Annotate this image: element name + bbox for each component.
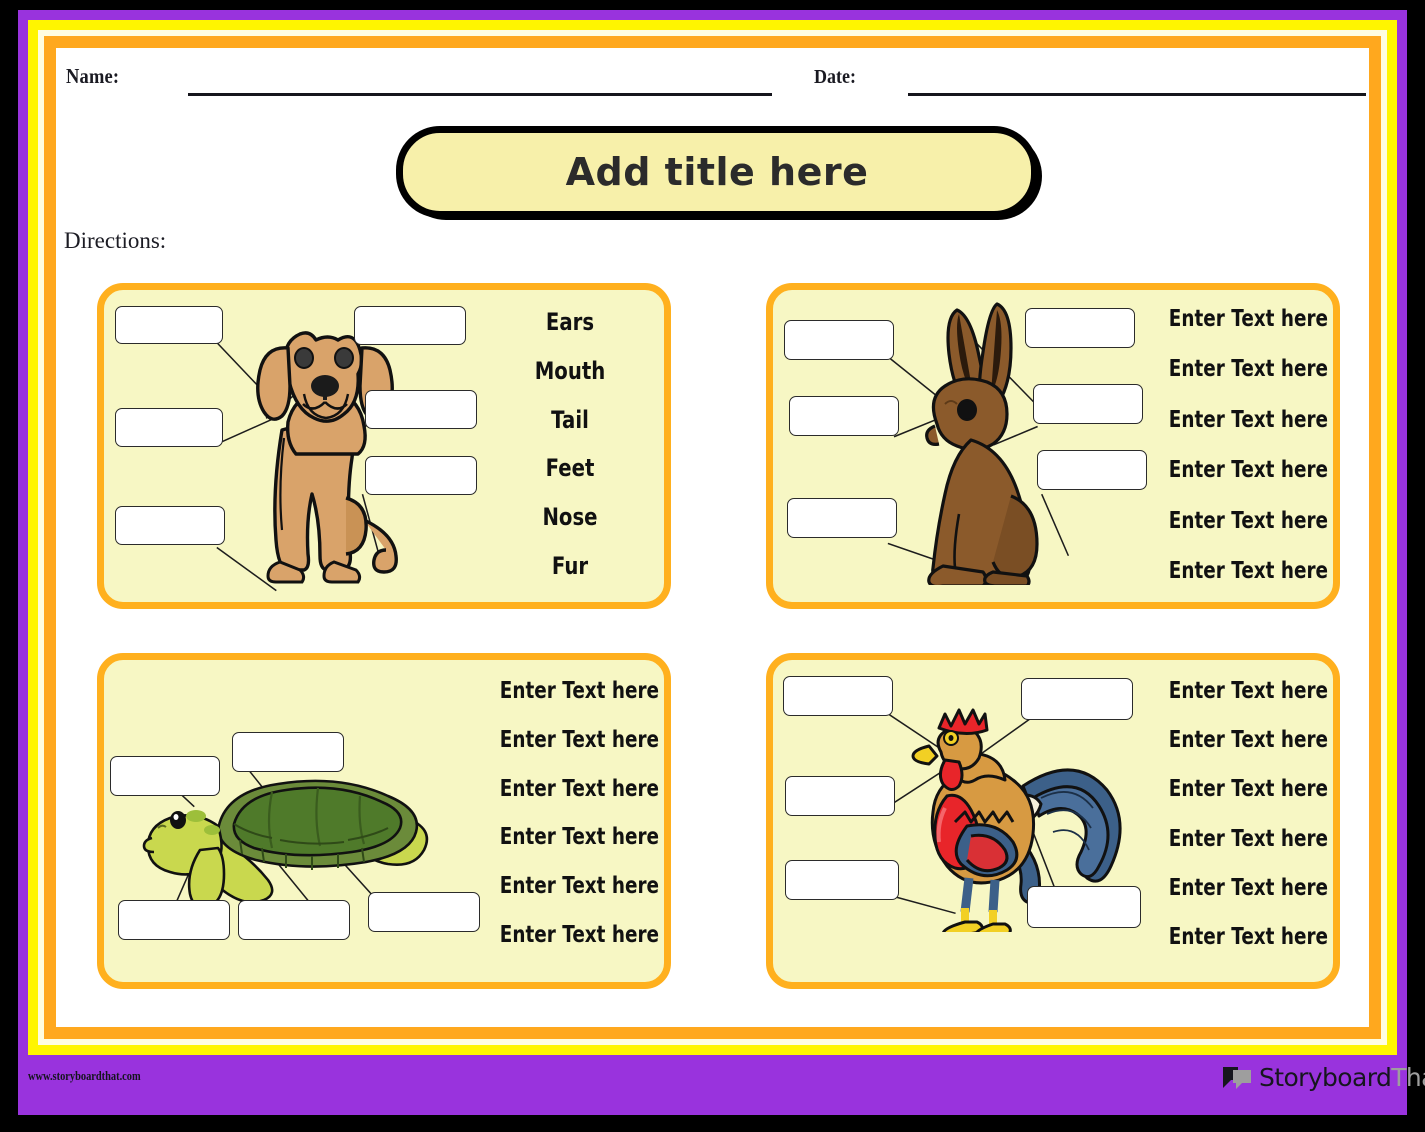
answer-box[interactable] [789, 396, 899, 436]
title-banner[interactable]: Add title here [396, 126, 1048, 222]
answer-box[interactable] [118, 900, 230, 940]
word-bank-item: Enter Text here [1168, 923, 1329, 950]
answer-box[interactable] [115, 306, 223, 344]
word-bank-item: Enter Text here [499, 775, 660, 802]
word-bank-item: Enter Text here [499, 824, 660, 851]
answer-box[interactable] [784, 320, 894, 360]
answer-box[interactable] [1025, 308, 1135, 348]
date-label: Date: [814, 66, 856, 88]
word-bank-item: Feet [545, 454, 595, 483]
directions-label: Directions: [64, 228, 167, 253]
word-bank-item: Tail [551, 405, 589, 434]
answer-box[interactable] [1027, 886, 1141, 928]
word-bank-item: Enter Text here [1168, 776, 1329, 803]
answer-box[interactable] [365, 390, 477, 429]
name-input-line[interactable] [188, 93, 772, 96]
word-bank-item: Nose [542, 503, 598, 532]
word-bank-item: Enter Text here [1168, 507, 1329, 534]
word-bank-dog: Ears Mouth Tail Feet Nose Fur [500, 308, 640, 580]
word-bank-rooster: Enter Text here Enter Text here Enter Te… [1151, 678, 1329, 950]
word-bank-item: Mouth [534, 356, 606, 385]
answer-box[interactable] [354, 306, 466, 345]
name-label: Name: [66, 64, 120, 88]
panel-rooster: Enter Text here Enter Text here Enter Te… [766, 653, 1340, 989]
word-bank-item: Enter Text here [1168, 356, 1329, 383]
title-text: Add title here [565, 150, 869, 194]
word-bank-item: Enter Text here [1168, 557, 1329, 584]
logo-text-primary: Storyboard [1259, 1063, 1392, 1092]
answer-box[interactable] [115, 408, 223, 447]
word-bank-rabbit: Enter Text here Enter Text here Enter Te… [1151, 306, 1329, 584]
panel-turtle: Enter Text here Enter Text here Enter Te… [97, 653, 671, 989]
word-bank-item: Enter Text here [499, 726, 660, 753]
answer-box[interactable] [110, 756, 220, 796]
word-bank-item: Enter Text here [1168, 406, 1329, 433]
word-bank-item: Enter Text here [1168, 457, 1329, 484]
word-bank-item: Enter Text here [1168, 825, 1329, 852]
word-bank-item: Ears [545, 308, 595, 336]
answer-box[interactable] [368, 892, 480, 932]
footer-url[interactable]: www.storyboardthat.com [28, 1068, 141, 1084]
answer-box[interactable] [365, 456, 477, 495]
date-input-line[interactable] [908, 93, 1366, 96]
word-bank-item: Enter Text here [1168, 874, 1329, 901]
word-bank-item: Enter Text here [1168, 306, 1329, 332]
answer-box[interactable] [785, 776, 895, 816]
answer-box[interactable] [1033, 384, 1143, 424]
word-bank-item: Enter Text here [1168, 727, 1329, 754]
answer-box[interactable] [238, 900, 350, 940]
word-bank-item: Enter Text here [499, 873, 660, 900]
answer-box[interactable] [787, 498, 897, 538]
word-bank-item: Fur [551, 551, 589, 580]
word-bank-turtle: Enter Text here Enter Text here Enter Te… [482, 678, 660, 948]
word-bank-item: Enter Text here [1168, 678, 1329, 704]
answer-box[interactable] [232, 732, 344, 772]
worksheet-page: Name: Date: Add title here Directions: E… [0, 0, 1425, 1132]
speech-bubbles-icon [1223, 1066, 1251, 1089]
answer-box[interactable] [785, 860, 899, 900]
footer-bar [28, 1055, 1397, 1115]
word-bank-item: Enter Text here [499, 921, 660, 948]
logo-text-secondary: That [1391, 1063, 1425, 1092]
answer-box[interactable] [1037, 450, 1147, 490]
dog-illustration [256, 331, 398, 584]
title-banner-pill[interactable]: Add title here [396, 126, 1038, 218]
answer-box[interactable] [115, 506, 225, 545]
answer-box[interactable] [783, 676, 893, 716]
panel-rabbit: Enter Text here Enter Text here Enter Te… [766, 283, 1340, 609]
answer-box[interactable] [1021, 678, 1133, 720]
panel-dog: Ears Mouth Tail Feet Nose Fur [97, 283, 671, 609]
storyboardthat-logo[interactable]: StoryboardThat [1222, 1063, 1425, 1092]
word-bank-item: Enter Text here [499, 678, 660, 704]
